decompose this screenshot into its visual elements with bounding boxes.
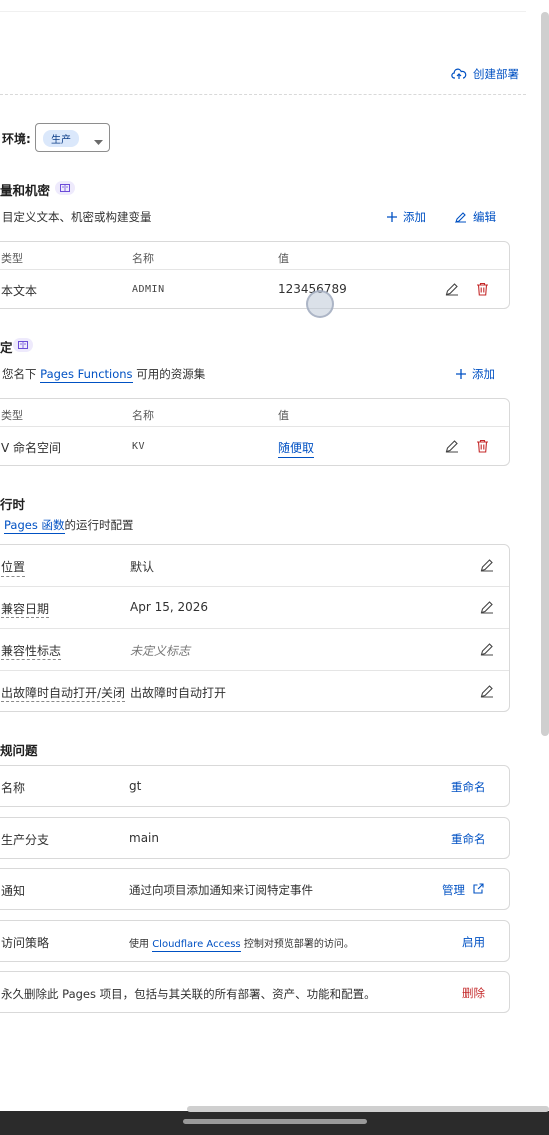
pages-functions-link[interactable]: Pages 函数 [4, 518, 65, 534]
add-label: 添加 [403, 210, 426, 224]
delete-description: 永久删除此 Pages 项目，包括与其关联的所有部署、资产、功能和配置。 [1, 987, 376, 1001]
column-header-value: 值 [278, 409, 289, 422]
runtime-value: Apr 15, 2026 [130, 600, 209, 614]
bindings-description-suffix: 可用的资源集 [136, 367, 206, 381]
runtime-table: 位置 默认 兼容日期 Apr 15, 2026 兼容性标志 未定义标志 出故障时… [0, 544, 510, 712]
environment-label: 环境: [2, 132, 31, 146]
notifications-card: 通知 通过向项目添加通知来订阅特定事件 管理 [0, 868, 510, 910]
rename-button[interactable]: 重命名 [451, 779, 486, 795]
setting-value: 通过向项目添加通知来订阅特定事件 [129, 883, 313, 897]
cell-value-link[interactable]: 随便取 [278, 439, 315, 458]
runtime-row-placement: 位置 默认 [0, 545, 509, 587]
manage-button[interactable]: 管理 [442, 882, 484, 898]
runtime-description-suffix: 的运行时配置 [64, 518, 134, 532]
column-header-name: 名称 [132, 409, 154, 422]
column-header-value: 值 [278, 252, 289, 265]
runtime-row-fail-open: 出故障时自动打开/关闭 出故障时自动打开 [0, 671, 509, 713]
variables-table: 类型 名称 值 本文本 ADMIN 123456789 [0, 241, 510, 309]
plus-icon [456, 369, 466, 379]
table-row: V 命名空间 KV 随便取 [0, 427, 509, 465]
runtime-label: 位置 [1, 558, 26, 577]
production-branch-card: 生产分支 main 重命名 [0, 817, 510, 859]
pencil-icon [455, 211, 467, 223]
runtime-label: 兼容性标志 [1, 644, 62, 660]
create-deployment-button[interactable]: 创建部署 [451, 66, 519, 82]
cloud-upload-icon [451, 67, 467, 81]
delete-row-icon[interactable] [476, 282, 489, 299]
cell-name: KV [132, 441, 146, 452]
edit-label: 编辑 [473, 210, 496, 224]
top-divider [0, 11, 526, 12]
horizontal-scrollbar[interactable] [187, 1106, 549, 1112]
runtime-title: 行时 [0, 497, 26, 512]
access-value-prefix: 使用 [129, 939, 149, 950]
edit-icon[interactable] [480, 600, 494, 617]
external-link-icon [473, 883, 484, 897]
delete-project-button[interactable]: 删除 [462, 985, 485, 1001]
table-row: 本文本 ADMIN 123456789 [0, 270, 509, 308]
runtime-row-compat-date: 兼容日期 Apr 15, 2026 [0, 587, 509, 629]
setting-label: 通知 [1, 884, 26, 898]
environment-badge: 生产 [43, 130, 79, 147]
runtime-description: Pages 函数的运行时配置 [4, 517, 134, 534]
setting-label: 访问策略 [1, 936, 50, 950]
variables-edit-button[interactable]: 编辑 [455, 209, 496, 225]
bindings-title: 定 [0, 340, 13, 355]
plus-icon [387, 212, 397, 222]
add-label: 添加 [472, 367, 495, 381]
create-deployment-label: 创建部署 [473, 67, 519, 81]
variables-description: 目定义文本、机密或构建变量 [2, 210, 152, 224]
setting-value: main [129, 831, 159, 845]
runtime-value: 默认 [130, 560, 155, 574]
pages-functions-link[interactable]: Pages Functions [40, 367, 133, 383]
column-header-type: 类型 [1, 252, 23, 265]
docs-icon[interactable] [13, 338, 33, 352]
bindings-description: 您名下 Pages Functions 可用的资源集 [2, 366, 206, 383]
edit-row-icon[interactable] [445, 282, 459, 299]
cell-type: 本文本 [1, 284, 38, 298]
vertical-scrollbar[interactable] [541, 12, 549, 736]
delete-project-card: 永久删除此 Pages 项目，包括与其关联的所有部署、资产、功能和配置。 删除 [0, 971, 510, 1013]
setting-value: gt [129, 779, 142, 793]
runtime-label: 兼容日期 [1, 602, 50, 618]
edit-icon[interactable] [480, 684, 494, 701]
delete-row-icon[interactable] [476, 439, 489, 456]
runtime-value: 未定义标志 [130, 644, 191, 658]
runtime-label: 出故障时自动打开/关闭 [1, 686, 126, 702]
setting-value: 使用 Cloudflare Access 控制对预览部署的访问。 [129, 935, 354, 952]
enable-button[interactable]: 启用 [462, 934, 485, 950]
runtime-row-compat-flags: 兼容性标志 未定义标志 [0, 629, 509, 671]
column-header-name: 名称 [132, 252, 154, 265]
access-value-suffix: 控制对预览部署的访问。 [243, 939, 354, 950]
bindings-table: 类型 名称 值 V 命名空间 KV 随便取 [0, 398, 510, 466]
access-policy-card: 访问策略 使用 Cloudflare Access 控制对预览部署的访问。 启用 [0, 920, 510, 962]
cell-name: ADMIN [132, 284, 165, 295]
variables-add-button[interactable]: 添加 [387, 209, 426, 225]
cell-type: V 命名空间 [1, 441, 62, 455]
project-name-card: 名称 gt 重命名 [0, 765, 510, 807]
variables-title: 量和机密 [0, 183, 51, 198]
cloudflare-access-link[interactable]: Cloudflare Access [152, 939, 241, 952]
bindings-description-prefix: 您名下 [2, 367, 37, 381]
setting-label: 名称 [1, 781, 26, 795]
cursor-indicator [306, 290, 334, 318]
edit-row-icon[interactable] [445, 439, 459, 456]
setting-label: 生产分支 [1, 833, 50, 847]
runtime-value: 出故障时自动打开 [130, 686, 227, 700]
manage-label: 管理 [442, 883, 465, 897]
environment-select[interactable]: 生产 [35, 123, 110, 152]
column-header-type: 类型 [1, 409, 23, 422]
edit-icon[interactable] [480, 642, 494, 659]
docs-icon[interactable] [55, 181, 75, 195]
chevron-down-icon [94, 135, 103, 149]
rename-button[interactable]: 重命名 [451, 831, 486, 847]
section-divider [0, 94, 526, 95]
home-indicator [183, 1119, 367, 1124]
bindings-add-button[interactable]: 添加 [456, 366, 495, 382]
edit-icon[interactable] [480, 558, 494, 575]
general-title: 规问题 [0, 743, 38, 758]
